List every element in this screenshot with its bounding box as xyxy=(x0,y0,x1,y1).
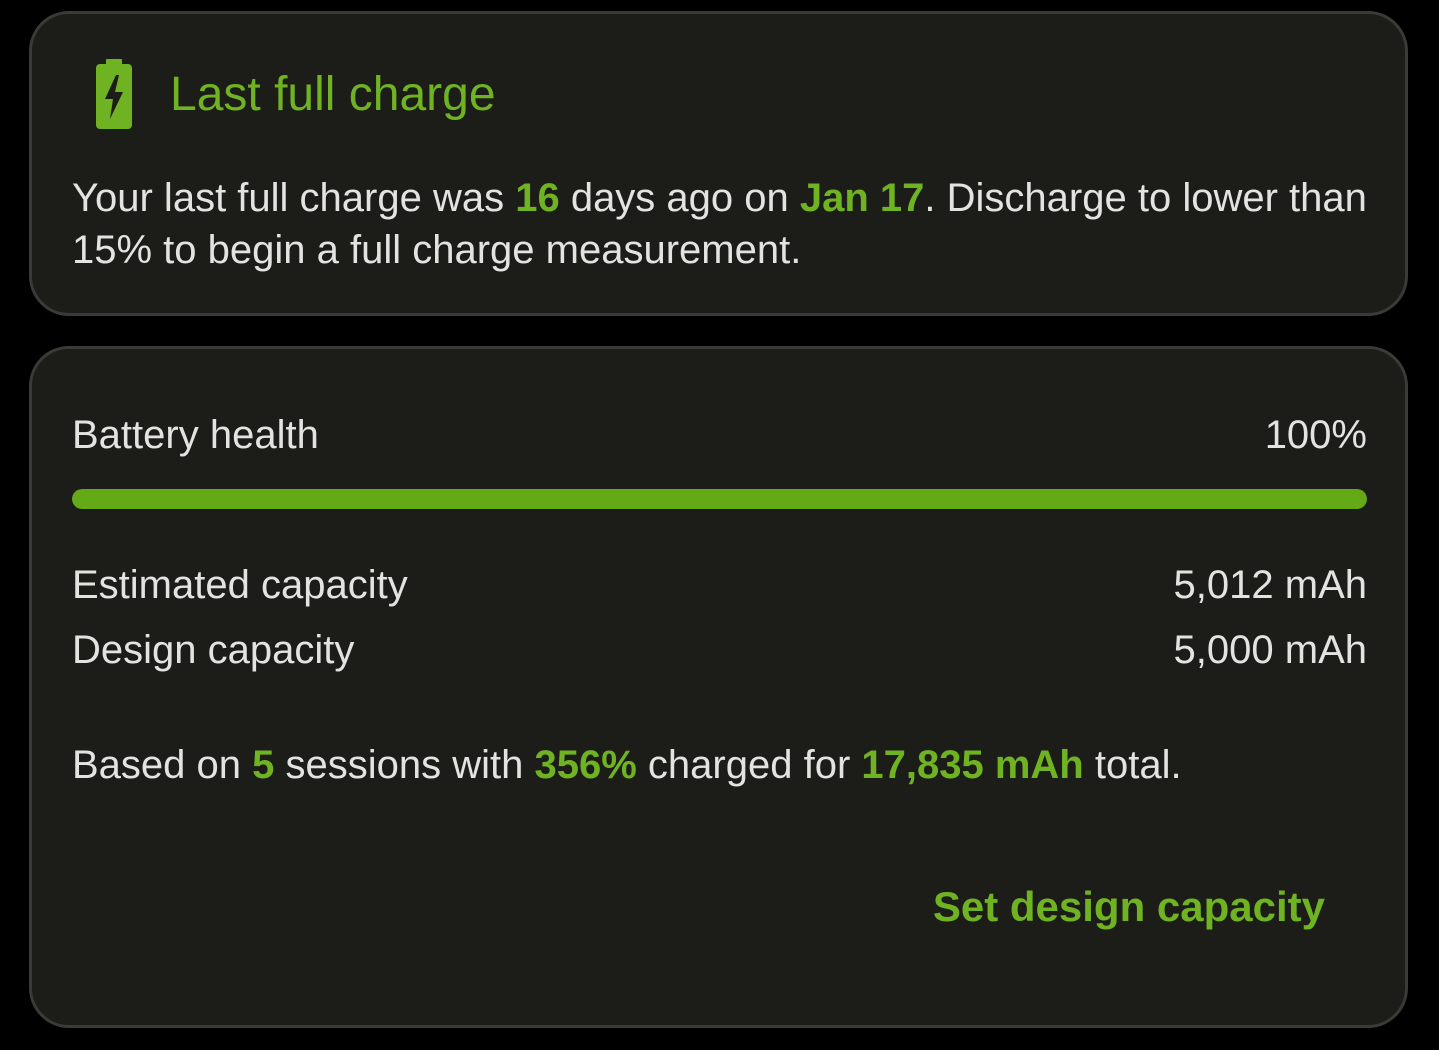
sessions-count: 5 xyxy=(252,743,275,787)
summary-text-part: charged for xyxy=(636,743,862,787)
last-full-charge-header: Last full charge xyxy=(94,59,496,131)
last-full-charge-description: Your last full charge was 16 days ago on… xyxy=(72,172,1372,276)
description-text-part: days ago on xyxy=(559,176,800,220)
set-design-capacity-button[interactable]: Set design capacity xyxy=(933,879,1325,935)
sessions-percent: 356% xyxy=(534,743,637,787)
summary-text-part: Based on xyxy=(72,743,253,787)
battery-health-progress-bar xyxy=(72,489,1367,509)
battery-health-card: Battery health 100% Estimated capacity 5… xyxy=(29,346,1408,1028)
last-full-charge-title: Last full charge xyxy=(170,68,496,121)
design-capacity-label: Design capacity xyxy=(72,628,355,672)
battery-health-row: Battery health 100% xyxy=(72,409,1367,461)
description-text-part: Your last full charge was xyxy=(72,176,516,220)
sessions-summary: Based on 5 sessions with 356% charged fo… xyxy=(72,739,1372,791)
estimated-capacity-value: 5,012 mAh xyxy=(1173,563,1367,607)
battery-health-progress-fill xyxy=(72,489,1367,509)
estimated-capacity-label: Estimated capacity xyxy=(72,563,408,607)
last-charge-date: Jan 17 xyxy=(799,176,925,220)
estimated-capacity-row: Estimated capacity 5,012 mAh xyxy=(72,559,1367,611)
battery-health-value: 100% xyxy=(1264,413,1367,457)
sessions-total-mah: 17,835 mAh xyxy=(861,743,1084,787)
battery-health-label: Battery health xyxy=(72,413,319,457)
battery-charging-icon xyxy=(94,59,134,131)
summary-text-part: sessions with xyxy=(274,743,535,787)
days-ago-value: 16 xyxy=(515,176,560,220)
design-capacity-row: Design capacity 5,000 mAh xyxy=(72,624,1367,676)
last-full-charge-card: Last full charge Your last full charge w… xyxy=(29,11,1408,316)
design-capacity-value: 5,000 mAh xyxy=(1173,628,1367,672)
summary-text-part: total. xyxy=(1083,743,1182,787)
